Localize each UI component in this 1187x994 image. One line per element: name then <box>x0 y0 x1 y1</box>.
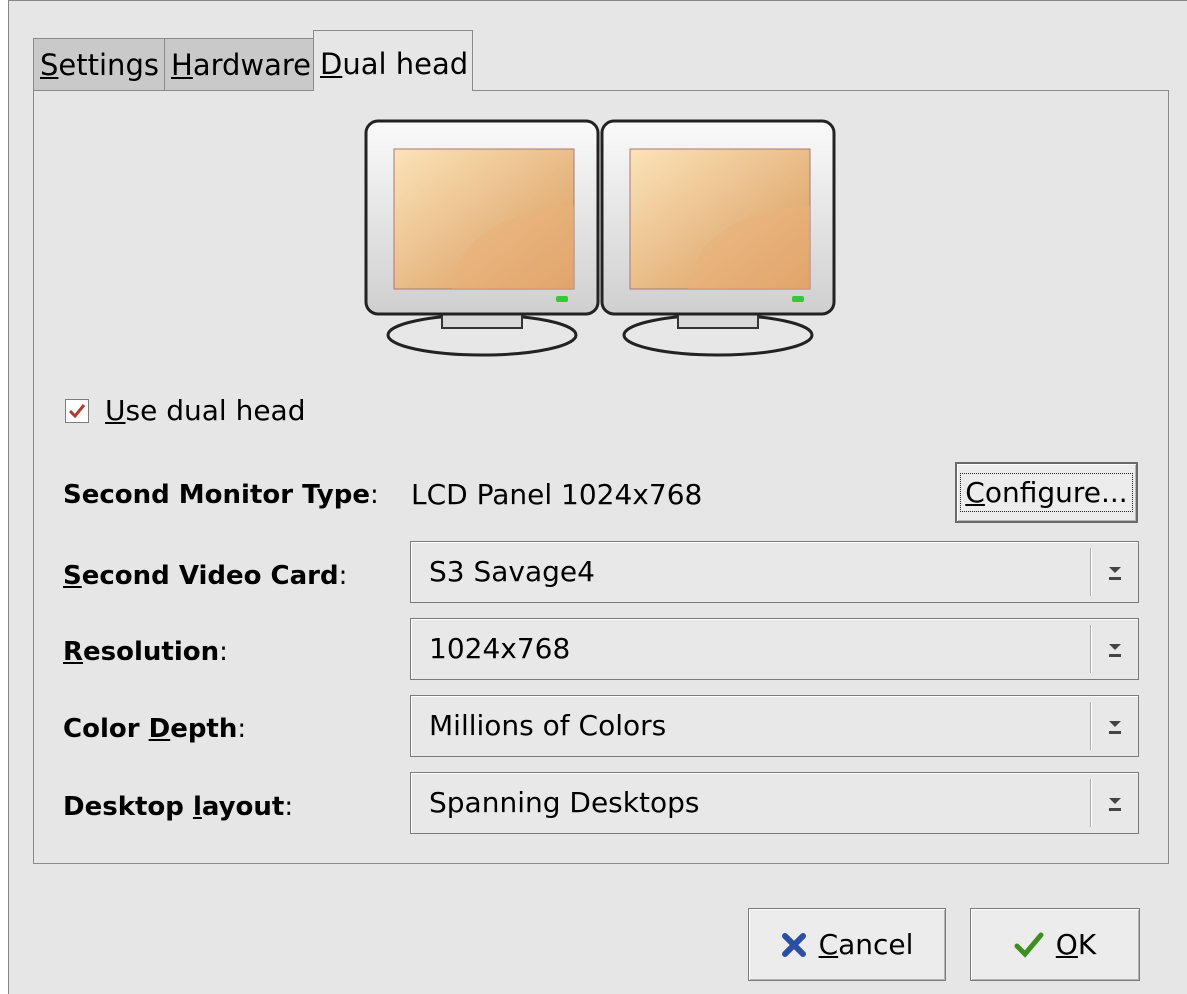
dual-monitor-icon <box>364 119 836 357</box>
monitor-right <box>600 119 836 357</box>
desktop-layout-select[interactable]: Spanning Desktops <box>410 772 1139 834</box>
second-monitor-type-value: LCD Panel 1024x768 <box>411 478 703 511</box>
dropdown-arrow-icon <box>1109 798 1121 811</box>
use-dual-head-label: Use dual head <box>105 394 306 427</box>
dropdown-arrow-icon <box>1109 644 1121 657</box>
tab-hardware[interactable]: Hardware <box>164 38 319 90</box>
desktop-layout-label: Desktop layout: <box>63 792 294 822</box>
resolution-label: Resolution: <box>63 637 228 667</box>
use-dual-head-checkbox[interactable] <box>65 398 89 423</box>
tab-dual-head[interactable]: Dual head <box>313 30 473 91</box>
x-icon <box>781 932 806 957</box>
dropdown-arrow-icon <box>1109 721 1121 734</box>
resolution-select[interactable]: 1024x768 <box>410 618 1139 680</box>
second-video-card-label: Second Video Card: <box>63 561 348 591</box>
ok-button[interactable]: OK <box>970 908 1140 981</box>
second-monitor-type-label: Second Monitor Type: <box>63 480 379 510</box>
checkmark-icon <box>68 403 86 418</box>
cancel-button[interactable]: Cancel <box>748 908 946 981</box>
use-dual-head-checkbox-row[interactable]: Use dual head <box>65 394 305 427</box>
checkmark-icon <box>1014 932 1044 958</box>
monitor-left <box>364 119 600 357</box>
window-edge <box>0 0 8 994</box>
color-depth-select[interactable]: Millions of Colors <box>410 695 1139 757</box>
color-depth-label: Color Depth: <box>63 714 247 744</box>
configure-button[interactable]: Configure... <box>955 462 1138 523</box>
second-video-card-select[interactable]: S3 Savage4 <box>410 541 1139 603</box>
tab-settings[interactable]: Settings <box>33 38 166 90</box>
dropdown-arrow-icon <box>1109 567 1121 580</box>
